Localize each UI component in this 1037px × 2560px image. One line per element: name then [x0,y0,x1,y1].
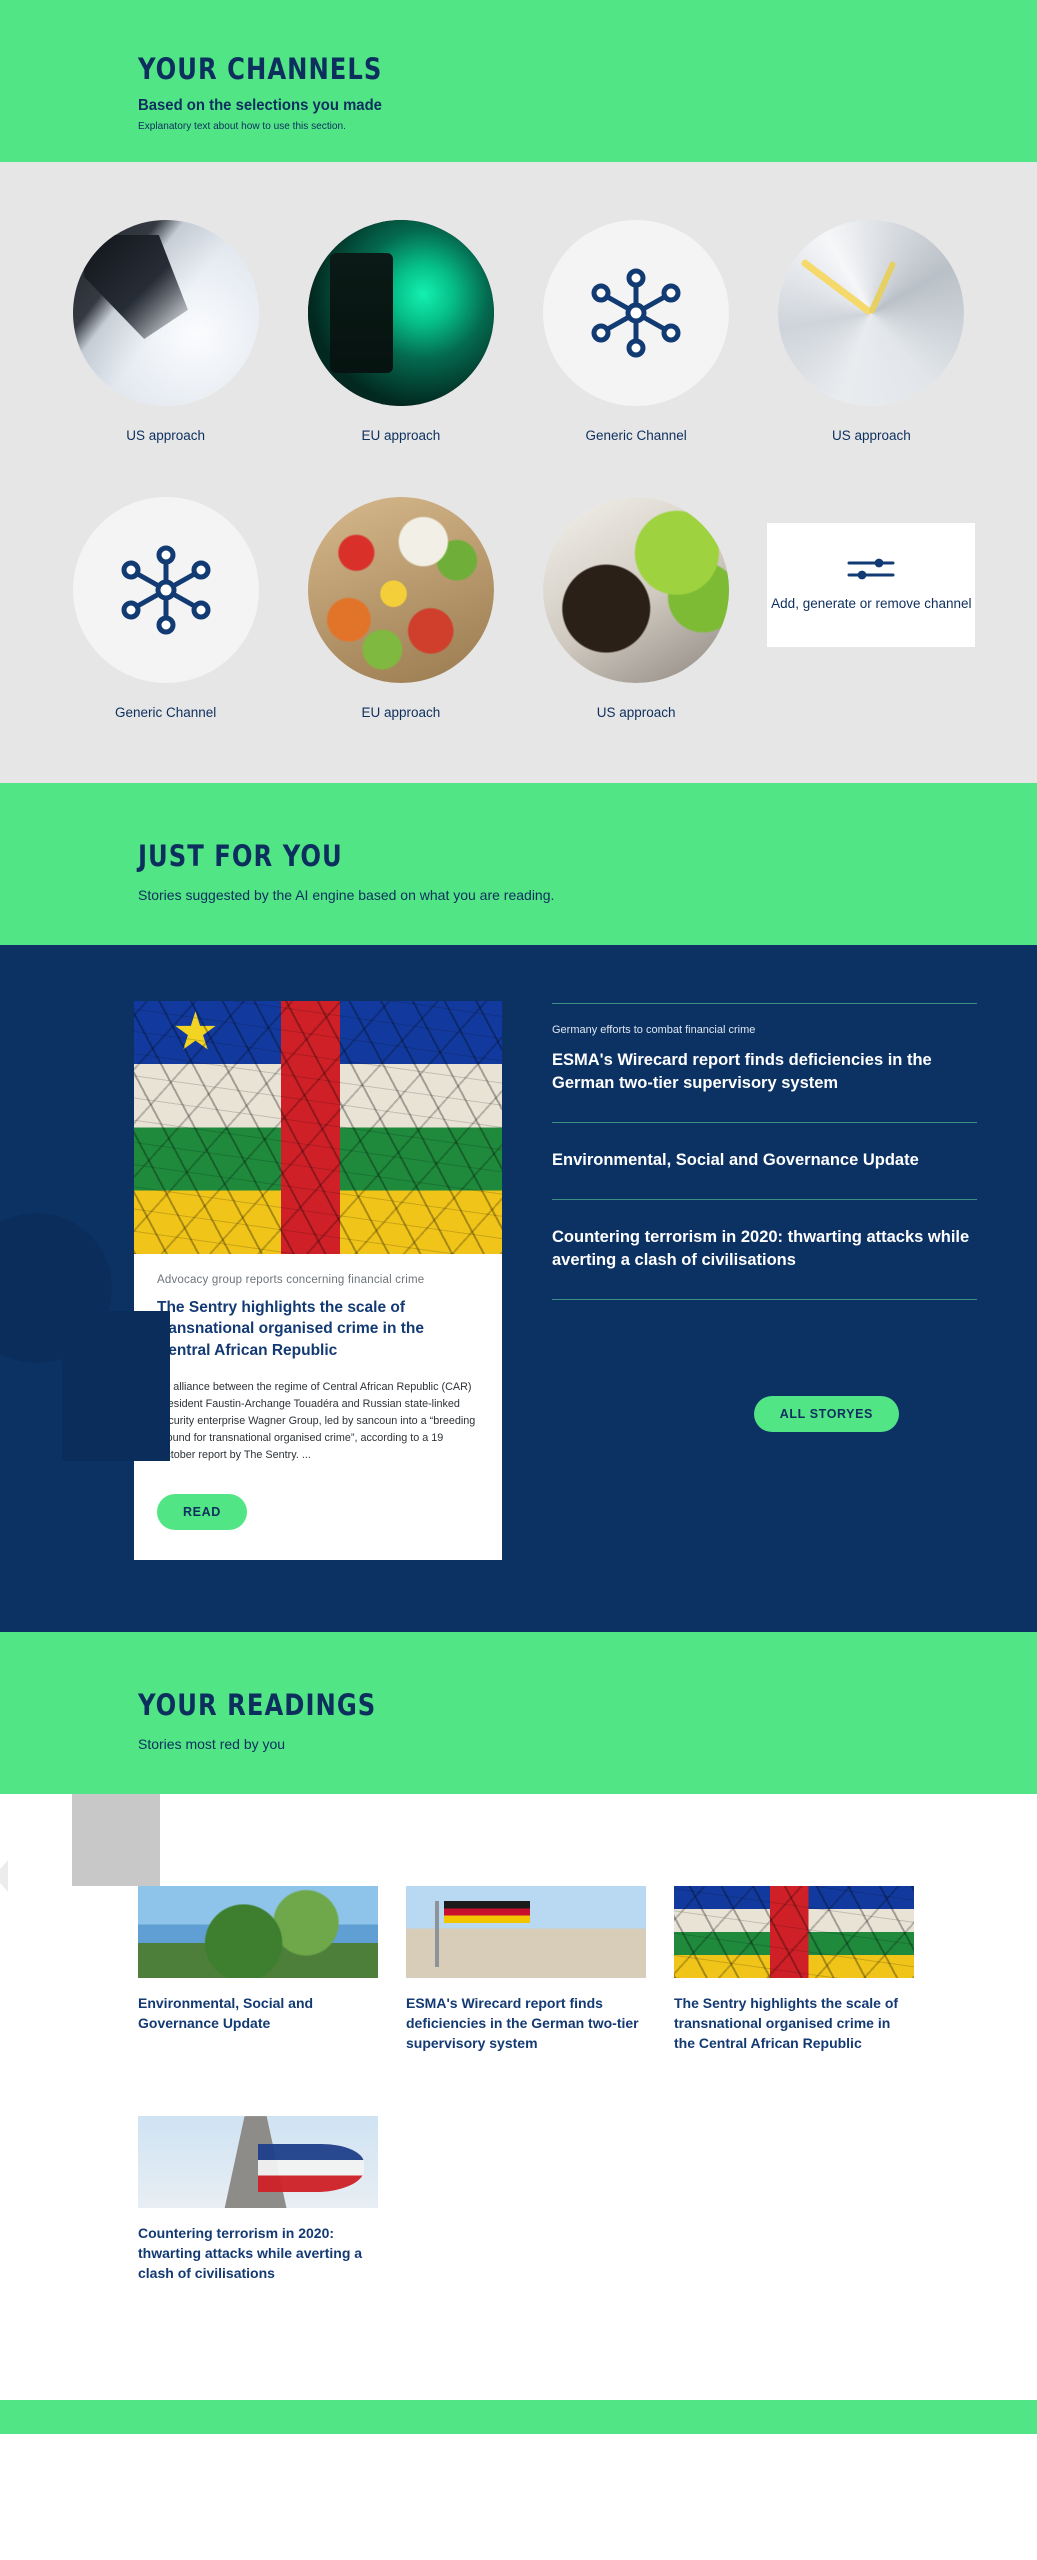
decorative-square [62,1311,170,1462]
channel-label: US approach [126,428,206,443]
just-for-you-body: Advocacy group reports concerning financ… [0,945,1037,1633]
channel-label: EU approach [361,428,441,443]
suggested-stories-list: Germany efforts to combat financial crim… [502,1001,977,1560]
featured-story-card[interactable]: Advocacy group reports concerning financ… [134,1001,502,1561]
channels-explanatory-text: Explanatory text about how to use this s… [138,120,346,132]
footer-spacer [0,2373,1037,2400]
channels-row-2: Generic Channel EU approach US approach [0,496,1037,722]
just-for-you-header: JUST FOR YOU Stories suggested by the AI… [0,783,1037,946]
channels-grid: US approach EU approach Generic Channel … [0,162,1037,784]
channels-subtitle: Based on the selections you made [138,97,382,114]
divider [552,1199,977,1201]
reading-card-title[interactable]: The Sentry highlights the scale of trans… [674,1994,914,2054]
channel-avatar[interactable] [543,496,730,683]
reading-card-title[interactable]: Environmental, Social and Governance Upd… [138,1994,378,2034]
channel-item-eu-approach-2[interactable]: EU approach [283,496,518,722]
featured-story-kicker: Advocacy group reports concerning financ… [157,1274,425,1287]
divider [552,1121,977,1123]
channel-label: EU approach [361,704,441,720]
your-readings-header: YOUR READINGS Stories most red by you [0,1632,1037,1795]
channels-header: YOUR CHANNELS Based on the selections yo… [0,0,1037,162]
read-button[interactable]: READ [157,1494,247,1531]
add-channel-cell[interactable]: Add, generate or remove channel [754,497,989,722]
reading-card-2[interactable]: ESMA's Wirecard report finds deficiencie… [406,1886,646,2054]
footer-band [0,2399,1037,2434]
channel-avatar[interactable] [307,496,494,683]
channel-label: US approach [831,428,911,443]
divider [552,1003,977,1005]
featured-story-title: The Sentry highlights the scale of trans… [157,1299,425,1359]
reading-card-image [406,1886,646,1979]
just-for-you-subtitle: Stories suggested by the AI engine based… [138,887,555,904]
photo-fresh-food-icon [307,496,494,683]
channel-label: US approach [596,704,676,720]
decorative-grey-box [72,1794,160,1887]
reading-card-1[interactable]: Environmental, Social and Governance Upd… [138,1886,378,2054]
your-readings-grid: Environmental, Social and Governance Upd… [0,1794,1037,2374]
reading-card-title[interactable]: Countering terrorism in 2020: thwarting … [138,2224,378,2284]
channel-item-generic-channel-2[interactable]: Generic Channel [48,496,283,722]
add-channel-label: Add, generate or remove channel [771,595,972,611]
photo-coffee-and-salad-icon [543,496,730,683]
channel-avatar[interactable] [72,496,259,683]
featured-story-image [134,1001,502,1255]
your-readings-subtitle: Stories most red by you [138,1736,286,1753]
your-readings-title: YOUR READINGS [138,1688,377,1723]
hub-network-icon [114,544,218,636]
photo-pen-on-paper-icon [72,220,259,406]
add-channel-card[interactable]: Add, generate or remove channel [767,522,976,647]
hub-network-icon [584,267,688,359]
all-stories-button[interactable]: ALL STORYES [753,1396,899,1433]
readings-row-2: Countering terrorism in 2020: thwarting … [0,2054,1037,2284]
featured-story-body: An alliance between the regime of Centra… [157,1381,476,1462]
suggested-story-title[interactable]: Environmental, Social and Governance Upd… [552,1149,977,1171]
divider [552,1299,977,1301]
photo-earth-from-space-icon [138,1886,378,1979]
channel-item-us-approach-3[interactable]: US approach [519,496,754,722]
cracked-earth-texture [134,1001,502,1255]
reading-card-image [138,2116,378,2209]
channel-label: Generic Channel [114,704,217,720]
suggested-story-kicker: Germany efforts to combat financial crim… [552,1024,756,1037]
suggested-story-item-1[interactable]: Germany efforts to combat financial crim… [552,1003,977,1098]
channel-label: Generic Channel [585,428,687,443]
reading-card-image [138,1886,378,1979]
reading-card-3[interactable]: The Sentry highlights the scale of trans… [674,1886,914,2054]
channel-item-generic-channel-1[interactable]: Generic Channel [519,220,754,445]
reading-card-4[interactable]: Countering terrorism in 2020: thwarting … [138,2116,378,2284]
cracked-earth-texture [674,1886,914,1979]
suggested-story-item-2[interactable]: Environmental, Social and Governance Upd… [552,1149,977,1175]
photo-french-flag-arc-de-triomphe-icon [138,2116,378,2209]
channel-avatar[interactable] [778,220,965,406]
reading-card-title[interactable]: ESMA's Wirecard report finds deficiencie… [406,1994,646,2054]
channel-item-us-approach-1[interactable]: US approach [48,220,283,445]
photo-traffic-light-icon [307,220,494,406]
channel-avatar[interactable] [307,220,494,406]
suggested-story-title[interactable]: Countering terrorism in 2020: thwarting … [552,1226,977,1271]
suggested-story-item-3[interactable]: Countering terrorism in 2020: thwarting … [552,1226,977,1275]
page-title: YOUR CHANNELS [138,52,383,86]
channel-avatar[interactable] [543,220,730,406]
sliders-icon [846,556,896,582]
channel-item-eu-approach-1[interactable]: EU approach [283,220,518,445]
channels-row-1: US approach EU approach Generic Channel … [0,220,1037,445]
suggested-story-title[interactable]: ESMA's Wirecard report finds deficiencie… [552,1049,977,1094]
channel-item-us-approach-2[interactable]: US approach [754,220,989,445]
just-for-you-title: JUST FOR YOU [138,839,343,874]
scroll-left-arrow-icon[interactable] [0,1860,8,1893]
channel-avatar[interactable] [72,220,259,406]
photo-german-flag-reichstag-icon [406,1886,646,1979]
photo-clock-face-icon [778,220,965,406]
reading-card-image [674,1886,914,1979]
